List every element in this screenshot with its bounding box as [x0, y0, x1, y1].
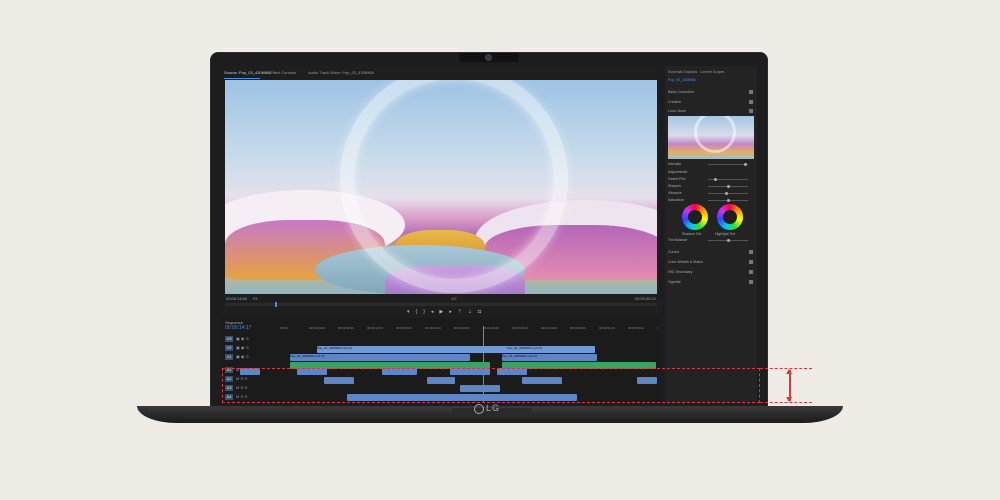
slider-row[interactable]: Sharpen	[668, 184, 754, 190]
track-header-v2[interactable]: V2 ▣ ◉ ⊙	[225, 345, 277, 352]
scrub-bar[interactable]	[225, 302, 657, 307]
section-basic-correction[interactable]: Basic Correction	[668, 90, 754, 96]
export-frame-icon[interactable]: ◘	[478, 309, 481, 316]
ruler-label: 00:00:29:23	[454, 326, 470, 330]
section-vignette[interactable]: Vignette	[668, 280, 754, 286]
video-clip[interactable]: Pop_03_4306966.mp4 [V]	[317, 346, 537, 353]
ruler-label: 00:00:39:23	[512, 326, 528, 330]
panel-tabs: Source: Pop_03_4306966 Effect Controls A…	[222, 69, 660, 79]
slider-row[interactable]: Saturation	[668, 198, 754, 204]
step-forward-icon[interactable]: ▸	[449, 309, 452, 316]
playhead[interactable]	[275, 302, 277, 307]
tab-underline	[224, 78, 260, 79]
track-header-v3[interactable]: V3 ▣ ◉ ⊙	[225, 336, 277, 343]
marker-icon[interactable]: ▾	[407, 309, 410, 316]
extract-icon[interactable]: ⇣	[468, 309, 472, 316]
lg-logo: LG	[474, 403, 500, 414]
ruler-label: 00:00:19:23	[396, 326, 412, 330]
webcam-icon	[486, 55, 491, 60]
section-hsl-secondary[interactable]: HSL Secondary	[668, 270, 754, 276]
duration-timecode: 00:00:56:22	[634, 296, 656, 301]
shadow-tint-wheel[interactable]	[682, 204, 708, 230]
ruler-label: 00:00:44:23	[541, 326, 557, 330]
step-back-icon[interactable]: ◂	[431, 309, 434, 316]
highlight-tint-label: Highlight Tint	[715, 232, 736, 236]
video-clip[interactable]: Pop_03_4306966.mp4 [V]	[502, 354, 597, 361]
tint-balance-row[interactable]: Tint Balance	[668, 238, 754, 244]
lumetri-panel: Essential Graphics Lumetri Scopes Pop_03…	[665, 66, 757, 403]
section-color-wheels[interactable]: Color Wheels & Match	[668, 260, 754, 266]
tab-lumetri-scopes[interactable]: Lumetri Scopes	[700, 70, 724, 74]
editor-main-area: Source: Pop_03_4306966 Effect Controls A…	[222, 66, 660, 403]
tab-essential-graphics[interactable]: Essential Graphics	[668, 70, 697, 74]
ruler-label: 00:01:04:22	[657, 326, 658, 330]
slider-row[interactable]: Faded Film	[668, 177, 754, 183]
adjustments-label: Adjustments	[668, 170, 688, 174]
ruler-label: 00:00	[280, 326, 288, 330]
lift-icon[interactable]: ⇡	[458, 309, 462, 316]
tab-effect-controls[interactable]: Effect Controls	[270, 70, 296, 75]
play-icon[interactable]: ▶	[439, 309, 443, 316]
ruler-label: 00:00:04:23	[309, 326, 325, 330]
source-label: Pop_03_4306966	[668, 78, 696, 82]
ruler-label: 00:00:09:23	[338, 326, 354, 330]
shadow-tint-label: Shadow Tint	[682, 232, 702, 236]
out-point-icon[interactable]: }	[423, 309, 425, 316]
transport-controls: ▾ { } ◂ ▶ ▸ ⇡ ⇣ ◘	[407, 309, 481, 316]
page-indicator: 1/2	[451, 296, 457, 301]
ruler-label: 00:00:54:23	[599, 326, 615, 330]
timeline-timecode: 00:00:14:17	[225, 325, 252, 331]
look-preview[interactable]	[668, 116, 754, 159]
tab-source[interactable]: Source: Pop_03_4306966	[224, 70, 270, 75]
highlighted-region	[222, 368, 760, 403]
ruler-label: 00:00:59:22	[628, 326, 644, 330]
section-curves[interactable]: Curves	[668, 250, 754, 256]
dimension-arrow-icon	[786, 369, 792, 402]
section-creative[interactable]: Creative	[668, 100, 754, 106]
slider-row[interactable]: Intensity	[668, 162, 754, 168]
tab-audio-mixer[interactable]: Audio Track Mixer: Pop_03_4306966	[308, 70, 374, 75]
ruler-label: 00:00:49:23	[570, 326, 586, 330]
ruler-label: 00:00:24:23	[425, 326, 441, 330]
program-monitor[interactable]	[225, 80, 657, 294]
ruler-label: 00:00:34:23	[483, 326, 499, 330]
ruler-label: 00:00:14:23	[367, 326, 383, 330]
fit-dropdown[interactable]: Fit	[253, 296, 257, 301]
time-ruler[interactable]: 00:00 00:00:04:23 00:00:09:23 00:00:14:23 00…	[280, 326, 658, 331]
preview-timecode: 00:00:14:00	[226, 296, 248, 301]
right-panel-tabs: Essential Graphics Lumetri Scopes	[668, 70, 724, 74]
dimension-line-bottom	[760, 402, 812, 403]
look-select[interactable]: Look: None	[668, 109, 754, 115]
highlight-tint-wheel[interactable]	[717, 204, 743, 230]
in-point-icon[interactable]: {	[416, 309, 418, 316]
video-clip[interactable]: Pop_03_4306966.mp4 [V]	[290, 354, 470, 361]
video-clip[interactable]: Pop_03_4306966.mp4 [V]	[507, 346, 595, 353]
slider-row[interactable]: Vibrance	[668, 191, 754, 197]
track-header-v1[interactable]: V1 ▣ ◉ ⊙	[225, 354, 277, 361]
